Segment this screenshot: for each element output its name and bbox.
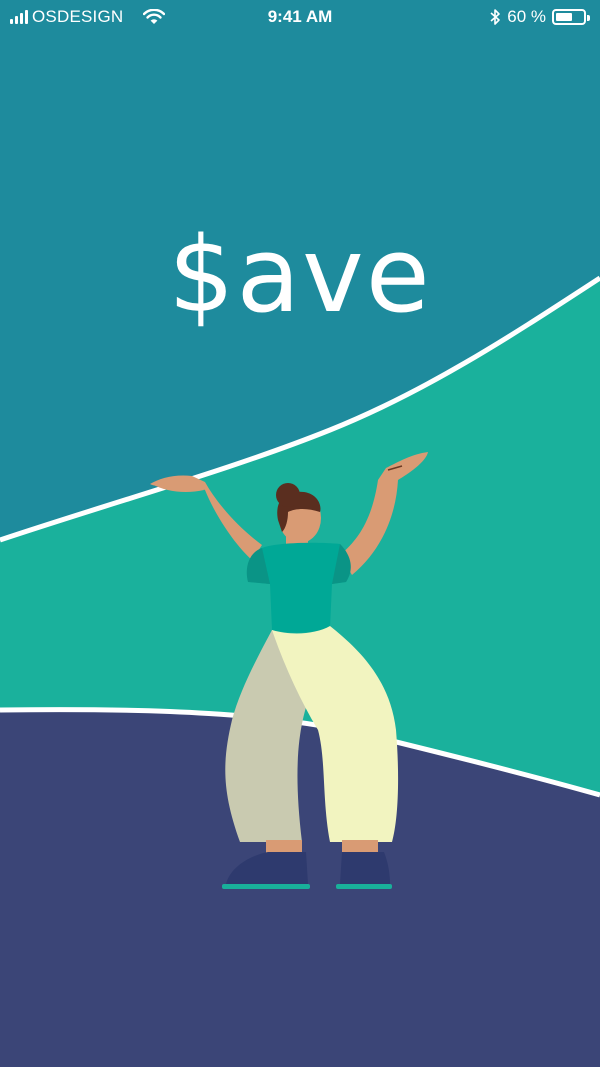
status-right: 60 % <box>489 7 590 27</box>
right-sole <box>336 884 392 889</box>
left-ankle <box>266 840 302 854</box>
right-ankle <box>342 840 378 854</box>
status-bar: OSDESIGN 9:41 AM 60 % <box>0 0 600 34</box>
onboarding-screen: OSDESIGN 9:41 AM 60 % $ave <box>0 0 600 1067</box>
left-hand <box>152 476 204 492</box>
battery-percent: 60 % <box>507 7 546 26</box>
woman-illustration <box>150 452 428 889</box>
left-sole <box>222 884 310 889</box>
battery-level-fill <box>556 13 572 21</box>
battery-nub <box>587 15 590 21</box>
battery-icon <box>552 9 590 25</box>
right-shoe <box>340 852 390 884</box>
hair-bun <box>276 483 300 507</box>
bluetooth-icon <box>490 9 501 25</box>
right-arm <box>340 452 428 575</box>
left-shoe <box>226 852 308 884</box>
